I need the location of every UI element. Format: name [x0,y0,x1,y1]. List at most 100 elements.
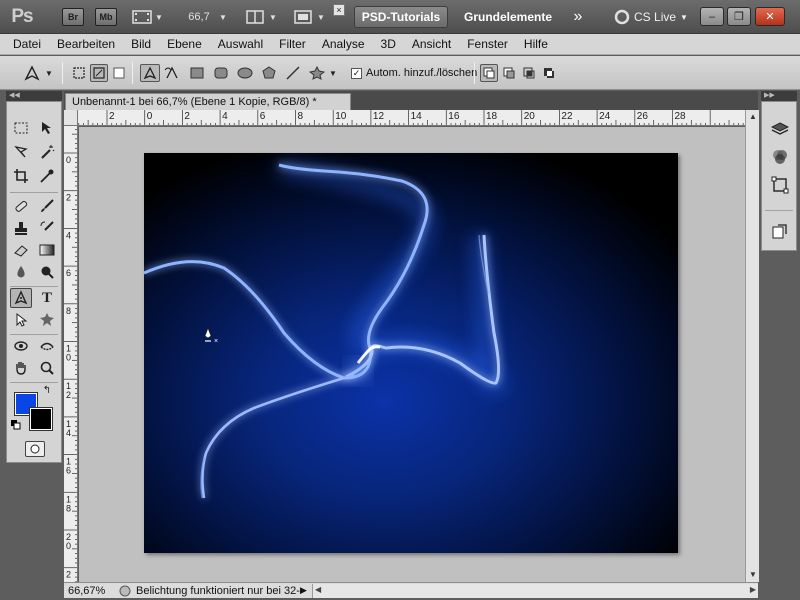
paths-panel-button[interactable] [769,174,791,196]
menu-datei[interactable]: Datei [13,37,41,51]
status-zoom-field[interactable]: 66,67% [64,585,114,597]
vertical-ruler[interactable]: 024681012141618202 [64,126,78,582]
rounded-rectangle-option[interactable] [212,64,230,82]
eyedropper-tool[interactable] [36,166,58,186]
brush-tool[interactable] [36,196,58,216]
menu-3d[interactable]: 3D [381,37,396,51]
workspace-psd-tutorials[interactable]: PSD-Tutorials [354,6,448,28]
clone-stamp-tool[interactable] [10,218,32,238]
horizontal-scrollbar[interactable]: ◀ ▶ [312,583,758,598]
document-canvas[interactable]: × [143,153,678,553]
vertical-scrollbar[interactable]: ▲ ▼ [745,110,759,582]
combine-intersect-option[interactable] [520,64,538,82]
view-extras-button[interactable] [130,5,154,29]
channels-panel-button[interactable] [769,146,791,168]
eraser-tool[interactable] [10,240,32,260]
auto-add-delete-checkbox[interactable]: ✓ Autom. hinzuf./löschen [351,65,477,81]
custom-shape-option[interactable] [308,64,326,82]
zoom-tool[interactable] [36,358,58,378]
ellipse-option[interactable] [236,64,254,82]
expand-icon[interactable]: ▶▶ [764,91,775,101]
tool-preset-picker[interactable] [20,64,44,82]
status-menu-arrow[interactable]: ▶ [300,585,312,596]
custom-shape-tool[interactable] [36,310,58,330]
pen-tool-option[interactable] [140,64,160,82]
blur-tool[interactable] [10,262,32,282]
combine-exclude-option[interactable] [540,64,558,82]
history-brush-tool[interactable] [36,218,58,238]
3d-orbit-tool[interactable] [36,336,58,356]
menu-auswahl[interactable]: Auswahl [218,37,263,51]
minimize-button[interactable]: – [700,7,724,26]
cs-live-button[interactable]: CS Live ▼ [612,5,690,29]
layers-panel-button[interactable] [769,118,791,140]
chevron-down-icon[interactable]: ▼ [154,5,164,29]
polygon-icon [262,66,276,79]
shape-layers-button[interactable] [70,64,88,82]
line-option[interactable] [284,64,302,82]
horizontal-ruler[interactable]: 2 0 2 4 6 8 10 12 14 16 18 20 22 24 26 28 [78,110,745,126]
menu-fenster[interactable]: Fenster [467,37,508,51]
restore-button[interactable]: ❐ [727,7,751,26]
gradient-tool[interactable] [36,240,58,260]
document-tab[interactable]: Unbenannt-1 bei 66,7% (Ebene 1 Kopie, RG… [65,93,351,110]
default-colors-icon[interactable] [10,419,22,431]
menu-filter[interactable]: Filter [279,37,306,51]
marquee-tool[interactable] [10,118,32,138]
screen-mode-dropdown-icon[interactable]: ▼ [316,5,326,29]
polygon-option[interactable] [260,64,278,82]
spot-healing-tool[interactable] [10,196,32,216]
crop-tool[interactable] [10,166,32,186]
freeform-pen-option[interactable] [163,64,181,82]
menu-bearbeiten[interactable]: Bearbeiten [57,37,115,51]
menu-bild[interactable]: Bild [131,37,151,51]
shape-dropdown-icon[interactable]: ▼ [328,64,338,82]
history-panel-button[interactable] [769,220,791,242]
ruler-label: 0 [66,155,71,165]
combine-subtract-option[interactable] [500,64,518,82]
fill-pixels-button[interactable] [110,64,128,82]
dodge-tool[interactable] [36,262,58,282]
swap-colors-icon[interactable]: ↰ [40,384,54,396]
menu-ansicht[interactable]: Ansicht [412,37,451,51]
workspace-grundelemente[interactable]: Grundelemente [458,6,558,28]
scroll-down-icon[interactable]: ▼ [746,568,760,582]
right-panel-header[interactable]: ▶▶ [761,91,797,101]
menu-ebene[interactable]: Ebene [167,37,202,51]
combine-add-option[interactable] [480,64,498,82]
arrange-dropdown-icon[interactable]: ▼ [268,5,278,29]
background-color-swatch[interactable] [29,407,53,431]
scroll-left-icon[interactable]: ◀ [315,585,321,594]
hand-tool[interactable] [10,358,32,378]
path-selection-tool[interactable] [10,310,32,330]
menu-hilfe[interactable]: Hilfe [524,37,548,51]
quick-mask-button[interactable] [25,441,45,457]
status-info-icon[interactable] [118,585,132,597]
magic-wand-tool[interactable] [36,142,58,162]
lasso-tool[interactable] [10,142,32,162]
collapse-icon[interactable]: ◀◀ [9,91,20,101]
ruler-origin[interactable] [64,110,78,126]
scroll-up-icon[interactable]: ▲ [746,110,760,124]
close-tab-icon[interactable]: × [333,4,345,16]
ruler-label: 2 [184,111,190,122]
move-tool[interactable] [36,118,58,138]
preset-dropdown-icon[interactable]: ▼ [44,64,54,82]
type-tool[interactable]: T [36,288,58,308]
3d-rotate-tool[interactable] [10,336,32,356]
zoom-dropdown-icon[interactable]: ▼ [218,5,228,29]
pen-tool[interactable] [10,288,32,308]
tools-panel-header[interactable]: ◀◀ [6,91,62,101]
zoom-level[interactable]: 66,7 [184,5,214,29]
screen-mode-button[interactable] [292,5,314,29]
arrange-documents-button[interactable] [244,5,266,29]
menu-analyse[interactable]: Analyse [322,37,365,51]
mini-bridge-button[interactable]: Mb [95,8,117,26]
more-workspaces-icon[interactable]: » [566,5,590,29]
bridge-button[interactable]: Br [62,8,84,26]
close-button[interactable]: ✕ [755,7,785,26]
channels-icon [773,150,787,164]
scroll-right-icon[interactable]: ▶ [750,585,756,594]
rectangle-option[interactable] [188,64,206,82]
paths-button[interactable] [90,64,108,82]
